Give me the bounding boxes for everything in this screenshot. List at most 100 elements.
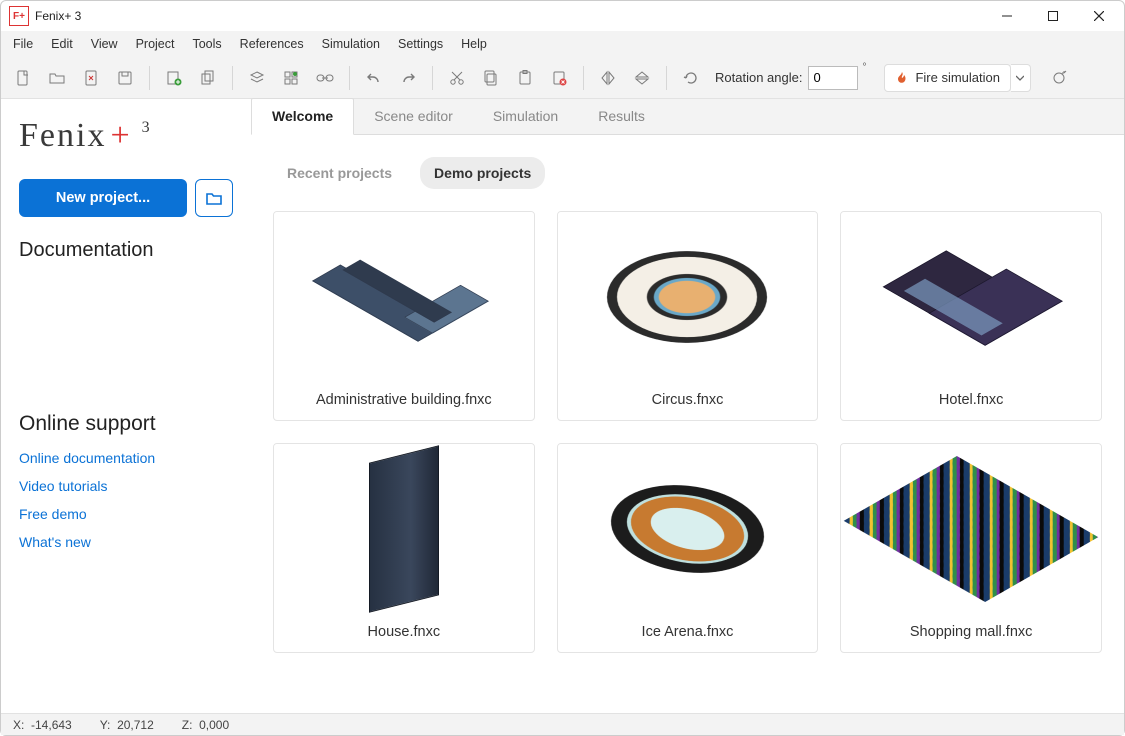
sidebar: Fenix + 3 New project... Documentation O…: [1, 99, 251, 713]
subtab-demo-projects[interactable]: Demo projects: [420, 157, 545, 189]
menubar: File Edit View Project Tools References …: [1, 31, 1124, 57]
open-file-button[interactable]: [43, 64, 71, 92]
link-online-docs[interactable]: Online documentation: [19, 450, 233, 466]
menu-edit[interactable]: Edit: [43, 34, 81, 54]
fire-simulation-dropdown[interactable]: [1011, 64, 1031, 92]
folder-open-icon: [49, 70, 65, 86]
project-thumb: [841, 444, 1101, 614]
redo-icon: [400, 70, 416, 86]
close-icon: [1094, 11, 1104, 21]
status-z-label: Z:: [182, 718, 193, 732]
close-file-button[interactable]: [77, 64, 105, 92]
welcome-page: Recent projects Demo projects Administra…: [251, 135, 1124, 713]
project-caption: Circus.fnxc: [558, 382, 818, 420]
undo-button[interactable]: [360, 64, 388, 92]
new-file-button[interactable]: [9, 64, 37, 92]
maximize-icon: [1048, 11, 1058, 21]
add-doc-button[interactable]: [160, 64, 188, 92]
app-window: F+ Fenix+ 3 File Edit View Project Tools…: [0, 0, 1125, 736]
menu-settings[interactable]: Settings: [390, 34, 451, 54]
menu-tools[interactable]: Tools: [184, 34, 229, 54]
menu-project[interactable]: Project: [128, 34, 183, 54]
online-support-heading: Online support: [19, 412, 233, 436]
delete-button[interactable]: [545, 64, 573, 92]
close-button[interactable]: [1076, 1, 1122, 31]
rotate-button[interactable]: [677, 64, 705, 92]
grid-button[interactable]: [277, 64, 305, 92]
tab-simulation[interactable]: Simulation: [473, 99, 578, 134]
subtab-recent-projects[interactable]: Recent projects: [273, 157, 406, 189]
status-y: Y: 20,712: [100, 718, 154, 732]
toolbar: Rotation angle: ° Fire simulation: [1, 57, 1124, 99]
copy-button[interactable]: [477, 64, 505, 92]
save-icon: [117, 70, 133, 86]
rotation-angle-label: Rotation angle:: [715, 70, 802, 85]
delete-icon: [551, 70, 567, 86]
logo-version: 3: [142, 119, 152, 137]
folder-icon: [205, 189, 223, 207]
flip-horizontal-button[interactable]: [594, 64, 622, 92]
fire-simulation-label: Fire simulation: [915, 70, 1000, 85]
statusbar: X: -14,643 Y: 20,712 Z: 0,000: [1, 713, 1124, 735]
target-button[interactable]: [1045, 64, 1073, 92]
paste-button[interactable]: [511, 64, 539, 92]
tab-welcome[interactable]: Welcome: [251, 98, 354, 135]
window-title: Fenix+ 3: [35, 9, 81, 23]
rotation-angle-input[interactable]: [808, 66, 858, 90]
status-x-value: -14,643: [31, 718, 72, 732]
link-button[interactable]: [311, 64, 339, 92]
tab-scene-editor[interactable]: Scene editor: [354, 99, 473, 134]
fire-simulation-button[interactable]: Fire simulation: [884, 64, 1011, 92]
minimize-button[interactable]: [984, 1, 1030, 31]
link-video-tutorials[interactable]: Video tutorials: [19, 478, 233, 494]
documentation-heading: Documentation: [19, 239, 233, 262]
tab-results[interactable]: Results: [578, 99, 665, 134]
status-z: Z: 0,000: [182, 718, 229, 732]
flip-vertical-button[interactable]: [628, 64, 656, 92]
flip-v-icon: [634, 70, 650, 86]
project-caption: House.fnxc: [274, 614, 534, 652]
logo-plus: +: [110, 117, 131, 155]
layer-button[interactable]: [243, 64, 271, 92]
project-thumb: [558, 444, 818, 614]
new-project-button[interactable]: New project...: [19, 179, 187, 217]
logo: Fenix + 3: [19, 117, 233, 155]
menu-help[interactable]: Help: [453, 34, 495, 54]
flame-icon: [895, 71, 909, 85]
link-free-demo[interactable]: Free demo: [19, 506, 233, 522]
project-thumb: [558, 212, 818, 382]
paste-icon: [517, 70, 533, 86]
link-whats-new[interactable]: What's new: [19, 534, 233, 550]
save-button[interactable]: [111, 64, 139, 92]
menu-view[interactable]: View: [83, 34, 126, 54]
project-caption: Shopping mall.fnxc: [841, 614, 1101, 652]
open-project-button[interactable]: [195, 179, 233, 217]
menu-file[interactable]: File: [5, 34, 41, 54]
cut-icon: [449, 70, 465, 86]
undo-icon: [366, 70, 382, 86]
project-card-circus[interactable]: Circus.fnxc: [557, 211, 819, 421]
status-z-value: 0,000: [199, 718, 229, 732]
degree-symbol: °: [862, 62, 866, 73]
status-x-label: X:: [13, 718, 24, 732]
main-area: Welcome Scene editor Simulation Results …: [251, 99, 1124, 713]
project-card-ice-arena[interactable]: Ice Arena.fnxc: [557, 443, 819, 653]
project-thumb: [274, 444, 534, 614]
minimize-icon: [1002, 11, 1012, 21]
maximize-button[interactable]: [1030, 1, 1076, 31]
status-x: X: -14,643: [13, 718, 72, 732]
project-card-admin[interactable]: Administrative building.fnxc: [273, 211, 535, 421]
duplicate-icon: [200, 70, 216, 86]
cut-button[interactable]: [443, 64, 471, 92]
status-y-label: Y:: [100, 718, 111, 732]
project-card-hotel[interactable]: Hotel.fnxc: [840, 211, 1102, 421]
project-card-house[interactable]: House.fnxc: [273, 443, 535, 653]
menu-references[interactable]: References: [232, 34, 312, 54]
file-close-icon: [83, 70, 99, 86]
menu-simulation[interactable]: Simulation: [314, 34, 388, 54]
target-icon: [1051, 70, 1067, 86]
project-card-mall[interactable]: Shopping mall.fnxc: [840, 443, 1102, 653]
duplicate-button[interactable]: [194, 64, 222, 92]
redo-button[interactable]: [394, 64, 422, 92]
copy-icon: [483, 70, 499, 86]
